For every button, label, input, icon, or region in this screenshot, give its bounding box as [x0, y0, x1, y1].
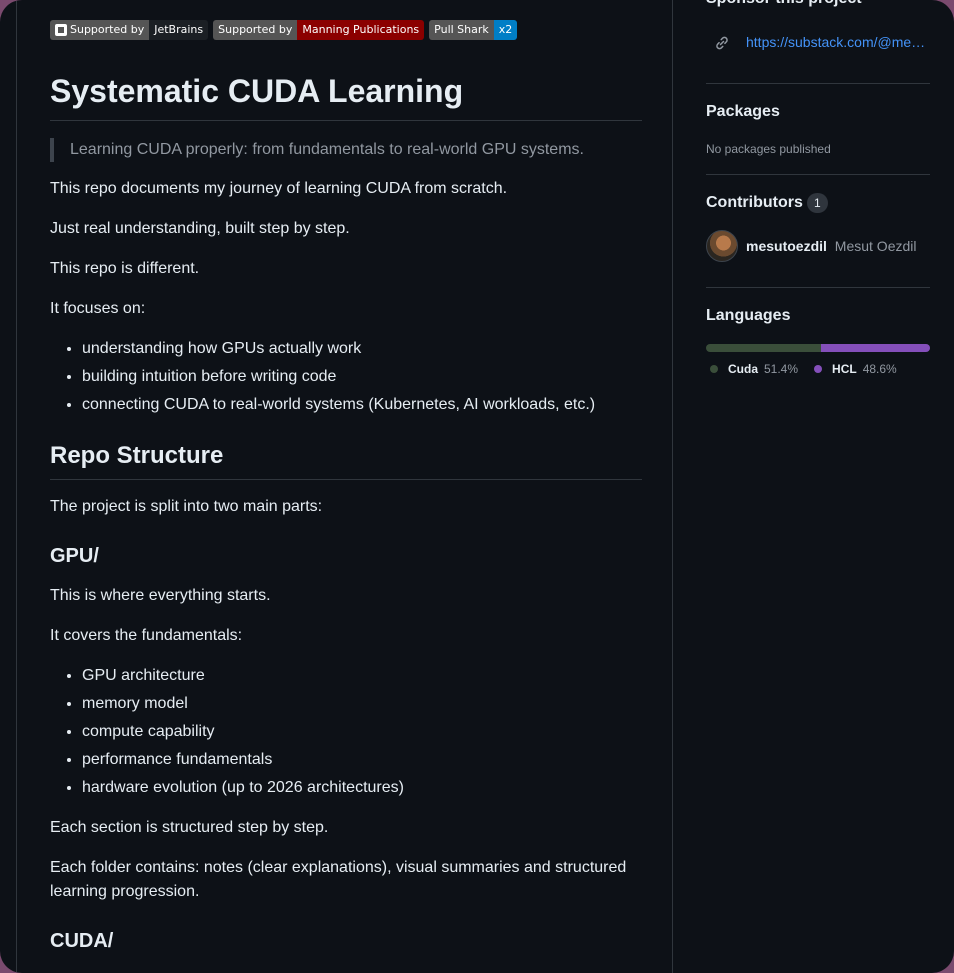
readme-blockquote: Learning CUDA properly: from fundamental…: [50, 138, 584, 162]
languages-title: Languages: [706, 307, 791, 324]
packages-empty-text: No packages published: [706, 142, 831, 156]
divider: [706, 287, 930, 288]
list-item: memory model: [82, 690, 404, 718]
badge-row: Supported by JetBrains Supported by Mann…: [50, 20, 518, 40]
badge-value: JetBrains: [149, 20, 209, 40]
list-item: understanding how GPUs actually work: [82, 335, 595, 363]
badge-pull-shark[interactable]: Pull Shark x2: [429, 20, 518, 40]
link-icon: [716, 36, 728, 50]
language-name: Cuda: [728, 362, 758, 376]
heading-repo-structure: Repo Structure: [50, 441, 642, 480]
list-item: performance fundamentals: [82, 746, 404, 774]
contributors-title[interactable]: Contributors: [706, 193, 803, 213]
language-item-hcl[interactable]: HCL 48.6%: [814, 361, 897, 377]
focus-list: understanding how GPUs actually work bui…: [50, 335, 595, 419]
badge-label: Supported by: [70, 23, 145, 36]
badge-jetbrains-label-wrap: Supported by: [50, 20, 150, 40]
list-item: connecting CUDA to real-world systems (K…: [82, 391, 595, 419]
list-item: building intuition before writing code: [82, 363, 595, 391]
paragraph: This repo documents my journey of learni…: [50, 180, 508, 197]
contributor-login: mesutoezdil: [746, 238, 827, 254]
list-item: GPU architecture: [82, 662, 404, 690]
language-bar-segment-hcl: [821, 344, 930, 352]
language-item-cuda[interactable]: Cuda 51.4%: [710, 361, 798, 377]
fundamentals-list: GPU architecture memory model compute ca…: [50, 662, 404, 802]
jetbrains-icon: [55, 24, 67, 36]
paragraph: Just real understanding, built step by s…: [50, 220, 350, 237]
language-color-dot: [710, 365, 718, 373]
list-item: hardware evolution (up to 2026 architect…: [82, 774, 404, 802]
sponsor-link[interactable]: https://substack.com/@mesutoezdil: [746, 33, 930, 51]
list-item: compute capability: [82, 718, 404, 746]
language-color-dot: [814, 365, 823, 373]
badge-label: Pull Shark: [429, 20, 494, 40]
sponsor-title: Sponsor this project: [706, 0, 862, 9]
contributor-item[interactable]: mesutoezdil Mesut Oezdil: [746, 237, 917, 255]
contributor-name: Mesut Oezdil: [834, 238, 917, 254]
readme-panel: Supported by JetBrains Supported by Mann…: [16, 0, 673, 973]
packages-title[interactable]: Packages: [706, 102, 780, 122]
badge-value: x2: [493, 20, 518, 40]
app-window: Supported by JetBrains Supported by Mann…: [0, 0, 954, 973]
language-name: HCL: [832, 362, 857, 376]
readme-title: Systematic CUDA Learning: [50, 72, 642, 121]
language-list: Cuda 51.4% HCL 48.6%: [706, 361, 897, 377]
language-bar-segment-cuda: [706, 344, 822, 352]
divider: [706, 83, 930, 84]
paragraph: Each folder contains: notes (clear expla…: [50, 859, 627, 900]
paragraph: This is where everything starts.: [50, 587, 271, 604]
badge-jetbrains[interactable]: Supported by JetBrains: [50, 20, 209, 40]
language-percent: 51.4%: [764, 362, 799, 376]
language-percent: 48.6%: [862, 362, 897, 376]
divider: [706, 174, 930, 175]
paragraph: Each section is structured step by step.: [50, 819, 329, 836]
paragraph: This repo is different.: [50, 260, 200, 277]
language-bar: [706, 344, 930, 352]
badge-label: Supported by: [213, 20, 298, 40]
avatar[interactable]: [706, 230, 738, 262]
paragraph: It covers the fundamentals:: [50, 627, 243, 644]
heading-cuda: CUDA/: [50, 930, 114, 952]
contributors-count-badge: 1: [807, 193, 828, 213]
badge-manning[interactable]: Supported by Manning Publications: [213, 20, 425, 40]
heading-gpu: GPU/: [50, 545, 99, 567]
badge-value: Manning Publications: [297, 20, 425, 40]
paragraph: The project is split into two main parts…: [50, 498, 323, 515]
paragraph: It focuses on:: [50, 300, 146, 317]
